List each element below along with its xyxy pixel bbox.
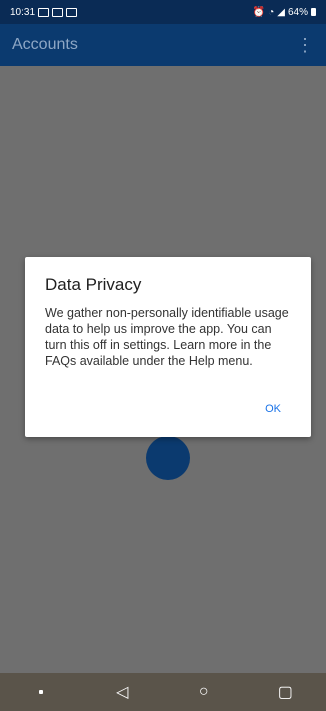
navigation-bar: ◁ ○ ▢ (0, 673, 326, 711)
notification-icon (52, 7, 64, 17)
dialog-message: We gather non-personally identifiable us… (45, 306, 289, 368)
data-privacy-dialog: Data Privacy We gather non-personally id… (25, 257, 311, 437)
status-right: ⏰ ◔ ◢ 64% (253, 7, 316, 18)
recents-icon[interactable]: ▢ (265, 677, 305, 707)
nav-dot-icon (38, 690, 43, 694)
message-icon (38, 7, 50, 17)
back-icon[interactable]: ◁ (102, 677, 142, 707)
status-bar: 10:31 ⏰ ◔ ◢ 64% (0, 0, 326, 24)
add-account-button[interactable] (146, 436, 190, 480)
gallery-icon (66, 7, 78, 17)
nav-dot (21, 677, 61, 707)
wifi-icon: ◔ (268, 6, 275, 18)
app-title: Accounts (12, 36, 78, 53)
app-bar: Accounts ⋮ (0, 24, 326, 66)
status-time: 10:31 (10, 6, 36, 18)
signal-icon: ◢ (277, 6, 285, 18)
alarm-icon: ⏰ (252, 6, 266, 18)
home-icon[interactable]: ○ (184, 677, 224, 707)
ok-button[interactable]: OK (261, 401, 285, 417)
status-left: 10:31 (10, 6, 78, 18)
battery-icon (311, 8, 316, 16)
battery-percent: 64% (287, 6, 308, 18)
overflow-menu-icon[interactable]: ⋮ (296, 36, 314, 54)
dialog-title: Data Privacy (45, 275, 142, 294)
